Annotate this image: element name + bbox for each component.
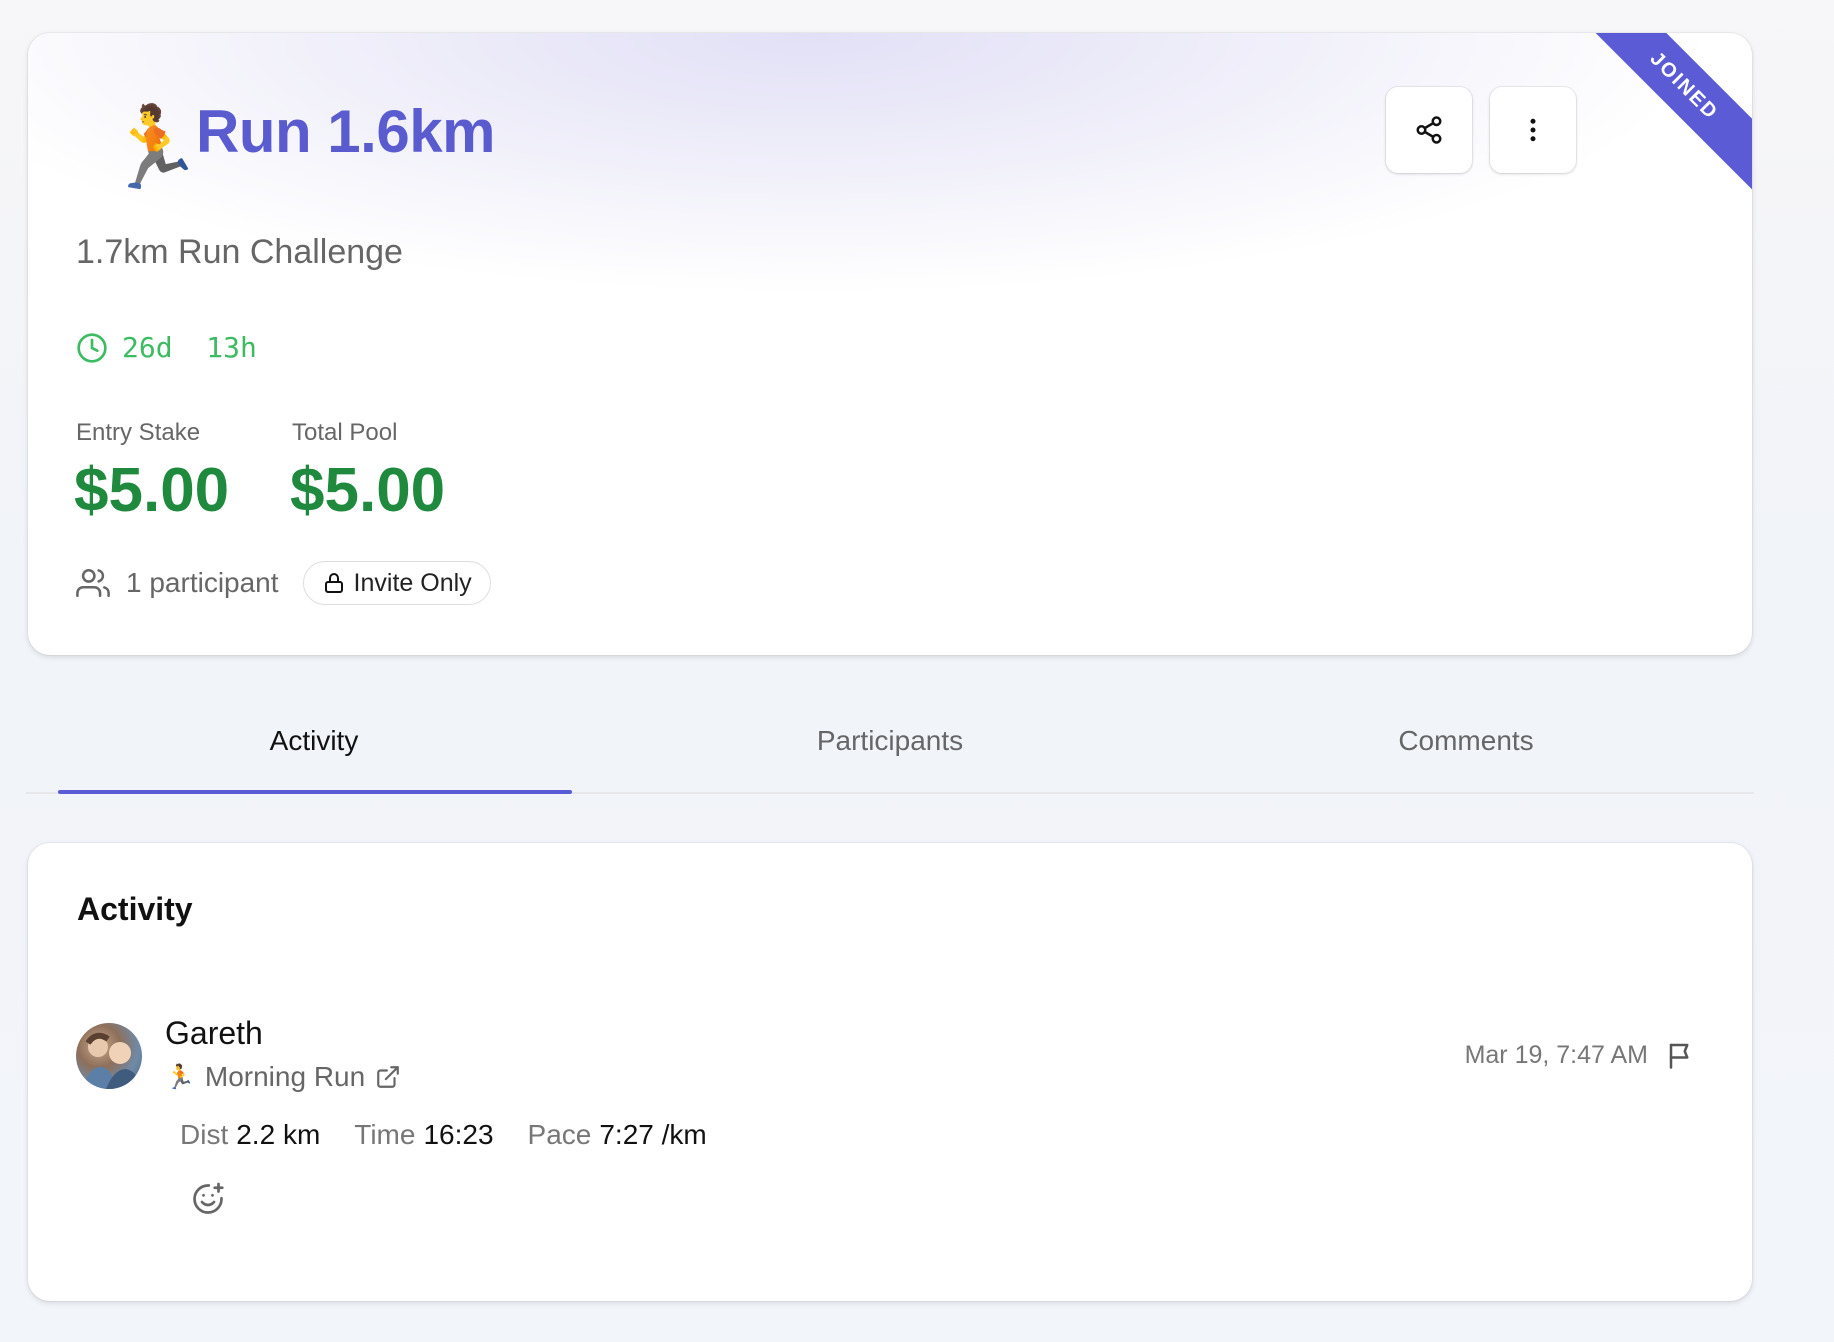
share-button[interactable] bbox=[1386, 87, 1472, 173]
external-link-icon bbox=[377, 1066, 400, 1088]
invite-only-badge: Invite Only bbox=[302, 561, 491, 605]
lock-icon bbox=[324, 573, 343, 593]
time-remaining: 26d 13h bbox=[76, 331, 257, 364]
add-reaction-icon[interactable] bbox=[190, 1181, 226, 1217]
flag-icon[interactable] bbox=[1666, 1039, 1696, 1071]
tab-participants[interactable]: Participants bbox=[602, 690, 1178, 792]
runner-emoji-icon: 🏃 bbox=[165, 1063, 195, 1091]
joined-ribbon: JOINED bbox=[1572, 33, 1752, 213]
joined-ribbon-label: JOINED bbox=[1574, 33, 1752, 196]
challenge-subtitle: 1.7km Run Challenge bbox=[76, 233, 403, 271]
activity-timestamp: Mar 19, 7:47 AM bbox=[1464, 1041, 1648, 1069]
entry-stake-label: Entry Stake bbox=[76, 419, 201, 446]
activity-stats: Dist 2.2 km Time 16:23 Pace 7:27 /km bbox=[180, 1119, 707, 1151]
time-value: 16:23 bbox=[423, 1119, 494, 1150]
clock-icon bbox=[77, 332, 107, 363]
tab-comments[interactable]: Comments bbox=[1178, 690, 1754, 792]
challenge-page: 🏃 Run 1.6km JOINED 1.7km Run Challenge 2… bbox=[0, 0, 1834, 1342]
pace-stat: Pace 7:27 /km bbox=[528, 1119, 707, 1151]
activity-heading: Activity bbox=[77, 891, 193, 927]
participant-count-text: 1 participant bbox=[126, 567, 279, 598]
runner-emoji-icon: 🏃 bbox=[104, 101, 204, 194]
more-vertical-icon bbox=[1530, 118, 1536, 142]
distance-label: Dist bbox=[180, 1119, 229, 1150]
participant-count: 1 participant bbox=[76, 566, 279, 600]
pace-label: Pace bbox=[527, 1119, 592, 1150]
challenge-header-card: 🏃 Run 1.6km JOINED 1.7km Run Challenge 2… bbox=[28, 33, 1752, 655]
entry-stake-value: $5.00 bbox=[74, 456, 230, 525]
distance-stat: Dist 2.2 km bbox=[180, 1119, 320, 1151]
time-label: Time bbox=[354, 1119, 416, 1150]
avatar[interactable] bbox=[76, 1023, 142, 1089]
avatar-photo bbox=[82, 1032, 140, 1089]
workout-link[interactable]: 🏃 Morning Run bbox=[165, 1061, 401, 1093]
workout-name: Morning Run bbox=[204, 1061, 366, 1092]
activity-user-name[interactable]: Gareth bbox=[165, 1015, 263, 1052]
pace-value: 7:27 /km bbox=[599, 1119, 707, 1150]
header-gradient bbox=[28, 33, 1752, 333]
activity-card: Activity Gareth 🏃 Morning Run Dist 2.2 km bbox=[28, 843, 1752, 1301]
users-icon bbox=[76, 568, 110, 598]
challenge-tabs: Activity Participants Comments bbox=[26, 690, 1754, 794]
total-pool-value: $5.00 bbox=[290, 456, 446, 525]
distance-value: 2.2 km bbox=[236, 1119, 321, 1150]
tab-activity[interactable]: Activity bbox=[26, 690, 602, 794]
challenge-title: Run 1.6km bbox=[196, 98, 495, 165]
more-options-button[interactable] bbox=[1490, 87, 1576, 173]
time-stat: Time 16:23 bbox=[354, 1119, 493, 1151]
total-pool-label: Total Pool bbox=[292, 419, 398, 446]
time-remaining-text: 26d 13h bbox=[122, 331, 257, 364]
share-icon bbox=[1416, 116, 1442, 144]
invite-only-text: Invite Only bbox=[353, 568, 472, 597]
challenge-meta: 1 participant Invite Only bbox=[76, 561, 491, 605]
